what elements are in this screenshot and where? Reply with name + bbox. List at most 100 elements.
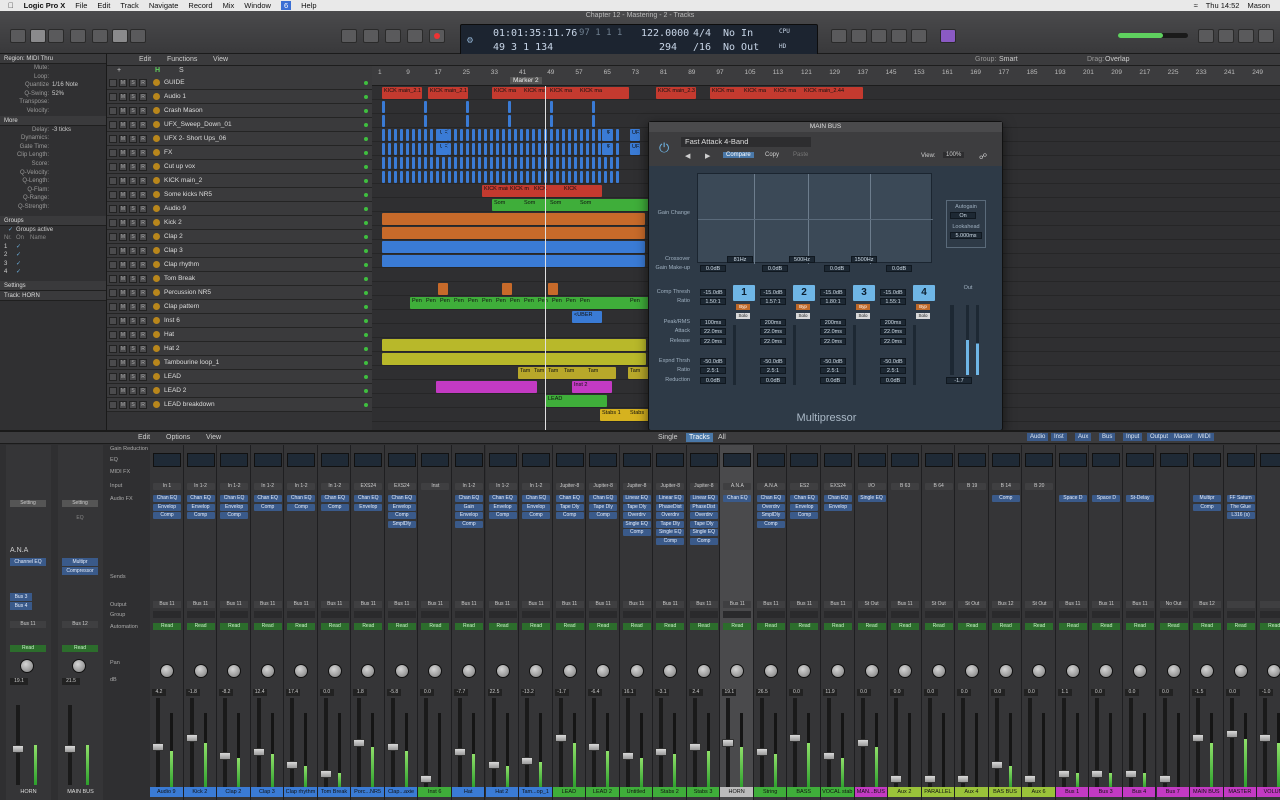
pan-knob[interactable] [998,664,1013,678]
region[interactable] [580,171,583,183]
menu-file[interactable]: File [75,1,87,10]
band-1-button[interactable]: 1 [733,285,755,301]
strip-name[interactable]: Stabs 2 [653,787,686,797]
inspector-row[interactable]: Transpose: [0,98,106,107]
region[interactable] [520,143,523,155]
eq-thumbnail[interactable] [1092,453,1121,467]
region[interactable] [556,143,559,155]
audio-fx-slot[interactable]: Chan EQ [320,495,349,502]
fader-cap[interactable] [688,743,701,751]
region[interactable] [388,143,391,155]
track-s-button[interactable]: S [129,358,137,367]
track-name[interactable]: KICK main_2 [164,177,364,184]
tracks-edit-menu[interactable]: Edit [139,56,151,63]
input-slot[interactable]: Inst [421,483,450,490]
region[interactable] [496,143,499,155]
region[interactable] [472,143,475,155]
group-slot[interactable] [1025,611,1054,618]
region[interactable] [454,157,457,169]
eq-thumbnail[interactable] [354,453,383,467]
setting-button[interactable]: Setting [10,500,46,507]
automation-read[interactable]: Read [689,623,718,630]
filter-bus-button[interactable]: Bus [1099,433,1116,441]
group-slot[interactable] [622,611,651,618]
automation-read[interactable]: Read [320,623,349,630]
inspector-value[interactable]: 1/16 Note [52,81,78,90]
track-name[interactable]: Cut up vox [164,163,364,170]
gain-makeup-field[interactable]: 0.0dB [886,265,912,272]
audio-fx-slot[interactable]: Single EQ [689,529,718,536]
solo-button[interactable]: Solo [736,313,750,319]
region[interactable] [424,129,427,141]
track-m-button[interactable]: M [119,372,127,381]
output-slot[interactable]: Bus 11 [354,601,383,608]
region[interactable] [610,171,613,183]
track-name[interactable]: Clap 2 [164,233,364,240]
track-m-button[interactable]: M [119,134,127,143]
output-slot[interactable]: Bus 11 [454,601,483,608]
output-slot[interactable]: Bus 11 [220,601,249,608]
eq-thumbnail[interactable] [1226,453,1255,467]
strip-name[interactable]: Inst 6 [418,787,451,797]
region[interactable] [466,115,469,127]
audio-fx-slot[interactable]: PhaseDist [656,503,685,511]
output-slot[interactable]: Bus 11 [622,601,651,608]
volume-fader[interactable] [189,698,194,788]
pan-knob[interactable] [294,664,309,678]
automation-read[interactable]: Read [857,623,886,630]
region[interactable] [418,129,421,141]
region[interactable] [562,129,565,141]
track-m-button[interactable]: M [119,316,127,325]
send-slot[interactable]: Bus 4 [10,602,32,610]
region[interactable] [466,157,469,169]
track-r-button[interactable]: R [139,344,147,353]
fader-cap[interactable] [453,747,466,756]
automation-read[interactable]: Read [454,623,483,630]
automation-read[interactable]: Read [1125,623,1154,630]
pan-knob[interactable] [20,659,34,673]
region[interactable] [400,157,403,169]
input-slot[interactable]: In 1-2 [320,483,349,490]
track-s-button[interactable]: S [129,260,137,269]
group-slot[interactable] [454,611,483,618]
band-peak-field[interactable]: 200ms [880,319,906,326]
region[interactable] [400,129,403,141]
track-name[interactable]: Kick 2 [164,219,364,226]
track-r-button[interactable]: R [139,302,147,311]
output-slot[interactable]: Bus 11 [287,601,316,608]
output-slot[interactable]: Bus 11 [555,601,584,608]
ruler[interactable]: Marker 2 1 9 17 25 33 41 49 57 65 73 81 89 97 105 113 1… [372,66,1280,86]
track-m-button[interactable]: M [119,344,127,353]
output-slot[interactable]: Bus 11 [253,601,282,608]
audio-fx-slot[interactable]: Tape Dly [689,520,718,528]
band-thresh-field[interactable]: -15.0dB [700,289,726,296]
eq-thumbnail[interactable] [1159,453,1188,467]
strip-name[interactable]: Aux 2 [888,787,921,797]
track-lane[interactable] [372,100,1280,114]
output-slot[interactable]: Bus 11 [387,601,416,608]
track-header[interactable]: M S R Kick 2 [107,216,372,230]
input-slot[interactable]: Jupiter-8 [656,483,685,490]
region[interactable] [490,157,493,169]
region[interactable] [574,157,577,169]
track-m-button[interactable]: M [119,232,127,241]
region[interactable] [502,171,505,183]
track-on-button[interactable] [109,288,117,297]
automation-read[interactable]: Read [287,623,316,630]
region[interactable] [532,171,535,183]
input-slot[interactable]: B 14 [991,483,1020,490]
menu-track[interactable]: Track [120,1,138,10]
pan-knob[interactable] [1267,664,1280,678]
group-slot[interactable] [1092,611,1121,618]
band-peak-field[interactable]: 200ms [820,319,846,326]
region[interactable] [520,171,523,183]
audio-fx-slot[interactable]: Chan EQ [387,495,416,502]
track-name[interactable]: Percussion NR5 [164,289,364,296]
playhead[interactable] [545,86,546,430]
track-header[interactable]: M S R Audio 9 [107,202,372,216]
track-name[interactable]: Clap 3 [164,247,364,254]
automation-read[interactable]: Read [10,645,46,652]
output-slot[interactable]: Bus 12 [62,621,98,628]
region[interactable] [520,129,523,141]
strip-name[interactable]: Audio 9 [150,787,183,797]
